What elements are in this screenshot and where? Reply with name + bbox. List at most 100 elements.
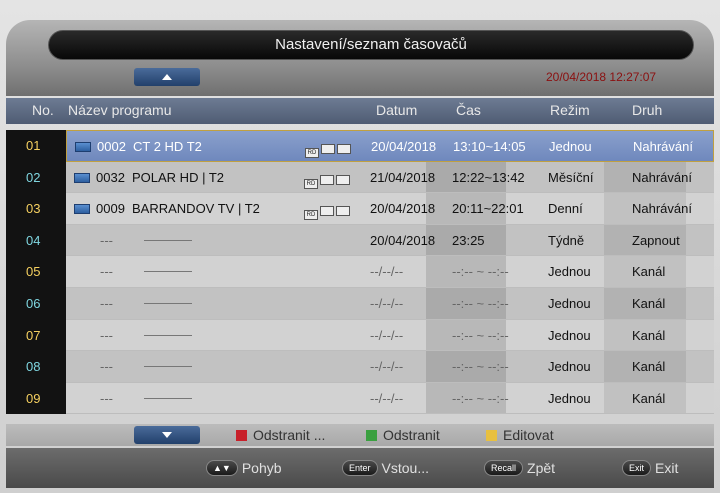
- empty-program-line: [144, 271, 192, 273]
- table-header: No. Název programu Datum Čas Režim Druh: [6, 98, 714, 124]
- timer-list-screen: Nastavení/seznam časovačů 20/04/2018 12:…: [0, 0, 720, 493]
- red-key-icon: [236, 430, 247, 441]
- info-badge-icon: RD: [305, 148, 319, 158]
- row-body: 0032 POLAR HD | T2 RD 21/04/2018 12:22~13:42…: [66, 161, 714, 194]
- timer-time: --:-- ~ --:--: [452, 327, 509, 343]
- row-body: 0002 CT 2 HD T2 RD 20/04/2018 13:10~14:05 Jed…: [66, 130, 714, 162]
- arrow-down-icon: [162, 432, 172, 438]
- timer-mode: Jednou: [548, 390, 591, 406]
- timer-date: 20/04/2018: [371, 139, 437, 154]
- row-number: 06: [6, 287, 66, 320]
- row-body: --- --/--/-- --:-- ~ --:-- Jednou Kanál: [66, 287, 714, 320]
- timer-time: --:-- ~ --:--: [452, 295, 509, 311]
- timer-mode: Jednou: [548, 264, 591, 280]
- timer-mode: Jednou: [548, 359, 591, 375]
- timer-date: --/--/--: [370, 359, 404, 375]
- row-number: 01: [6, 130, 66, 162]
- tv-channel-icon: [74, 204, 90, 215]
- header-cas: Čas: [456, 102, 481, 118]
- updown-key-icon: ▲▼: [206, 460, 238, 476]
- recall-hint[interactable]: Recall Zpět: [484, 458, 555, 478]
- timer-time: --:-- ~ --:--: [452, 390, 509, 406]
- table-row[interactable]: 08 --- --/--/-- --:-- ~ --:-- Jednou Kanál: [6, 351, 714, 383]
- header-druh: Druh: [632, 102, 663, 118]
- scroll-down-button[interactable]: [134, 426, 200, 444]
- program-name: POLAR HD | T2: [132, 169, 224, 185]
- timer-mode: Měsíční: [548, 169, 594, 185]
- empty-program-line: [144, 334, 192, 336]
- timer-date: --/--/--: [370, 295, 404, 311]
- channel-number: 0009: [96, 201, 125, 217]
- table-row[interactable]: 09 --- --/--/-- --:-- ~ --:-- Jednou Kanál: [6, 382, 714, 415]
- timer-mode: Jednou: [548, 327, 591, 343]
- channel-number: 0002: [97, 139, 126, 154]
- timer-date: 21/04/2018: [370, 169, 436, 185]
- timer-mode: Jednou: [549, 139, 592, 154]
- table-row[interactable]: 05 --- --/--/-- --:-- ~ --:-- Jednou Kanál: [6, 256, 714, 288]
- channel-number: ---: [100, 390, 113, 406]
- channel-number: ---: [100, 264, 113, 280]
- empty-program-line: [144, 302, 192, 304]
- row-body: --- --/--/-- --:-- ~ --:-- Jednou Kanál: [66, 351, 714, 383]
- enter-hint[interactable]: Enter Vstou...: [342, 458, 429, 478]
- info-badge-icon: RD: [304, 210, 318, 221]
- current-datetime: 20/04/2018 12:27:07: [546, 70, 657, 84]
- row-number: 03: [6, 193, 66, 225]
- row-number: 09: [6, 382, 66, 415]
- program-badges: RD: [304, 173, 352, 189]
- exit-hint[interactable]: Exit Exit: [622, 458, 678, 478]
- timer-type: Nahrávání: [633, 139, 693, 154]
- timer-type: Kanál: [632, 264, 666, 280]
- table-row[interactable]: 01 0002 CT 2 HD T2 RD 20/04/2018 13:10~14:05 J…: [6, 130, 714, 162]
- timer-date: 20/04/2018: [370, 201, 436, 217]
- row-number: 07: [6, 319, 66, 352]
- info-badge-icon: [320, 174, 334, 185]
- timer-type: Kanál: [632, 327, 666, 343]
- info-badge-icon: RD: [304, 178, 318, 189]
- info-badge-icon: [321, 144, 335, 154]
- green-key-icon: [366, 430, 377, 441]
- table-row[interactable]: 02 0032 POLAR HD | T2 RD 21/04/2018 12:22~13:…: [6, 161, 714, 194]
- timer-time: --:-- ~ --:--: [452, 359, 509, 375]
- channel-number: ---: [100, 232, 113, 248]
- header-rezim: Režim: [550, 102, 590, 118]
- timer-type: Nahrávání: [632, 169, 692, 185]
- timer-date: --/--/--: [370, 390, 404, 406]
- header-program: Název programu: [68, 102, 172, 118]
- legend-green-delete[interactable]: Odstranit: [366, 427, 440, 443]
- row-number: 08: [6, 351, 66, 383]
- info-badge-icon: [336, 174, 350, 185]
- table-row[interactable]: 07 --- --/--/-- --:-- ~ --:-- Jednou Kanál: [6, 319, 714, 352]
- empty-program-line: [144, 239, 192, 241]
- enter-key-icon: Enter: [342, 460, 378, 476]
- table-row[interactable]: 06 --- --/--/-- --:-- ~ --:-- Jednou Kanál: [6, 287, 714, 320]
- timer-type: Zapnout: [632, 232, 680, 248]
- yellow-key-icon: [486, 430, 497, 441]
- legend-yellow-edit[interactable]: Editovat: [486, 427, 554, 443]
- program-badges: RD: [305, 142, 353, 158]
- program-name: BARRANDOV TV | T2: [132, 201, 260, 217]
- timer-time: 13:10~14:05: [453, 139, 526, 154]
- channel-number: 0032: [96, 169, 125, 185]
- table-row[interactable]: 03 0009 BARRANDOV TV | T2 RD 20/04/2018 20:11…: [6, 193, 714, 225]
- legend-bar: [6, 424, 714, 446]
- row-number: 02: [6, 161, 66, 194]
- row-body: --- --/--/-- --:-- ~ --:-- Jednou Kanál: [66, 256, 714, 288]
- info-badge-icon: [337, 144, 351, 154]
- tv-channel-icon: [75, 142, 91, 152]
- table-row[interactable]: 04 --- 20/04/2018 23:25 Týdně Zapnout: [6, 224, 714, 257]
- timer-time: 12:22~13:42: [452, 169, 525, 185]
- timer-mode: Denní: [548, 201, 583, 217]
- scroll-up-button[interactable]: [134, 68, 200, 86]
- legend-red-delete[interactable]: Odstranit ...: [236, 427, 325, 443]
- timer-type: Nahrávání: [632, 201, 692, 217]
- header-datum: Datum: [376, 102, 418, 118]
- timer-type: Kanál: [632, 359, 666, 375]
- info-badge-icon: [336, 206, 350, 217]
- arrow-up-icon: [162, 74, 172, 80]
- timer-time: --:-- ~ --:--: [452, 264, 509, 280]
- channel-number: ---: [100, 295, 113, 311]
- timer-mode: Týdně: [548, 232, 585, 248]
- info-badge-icon: [320, 206, 334, 217]
- timer-date: --/--/--: [370, 264, 404, 280]
